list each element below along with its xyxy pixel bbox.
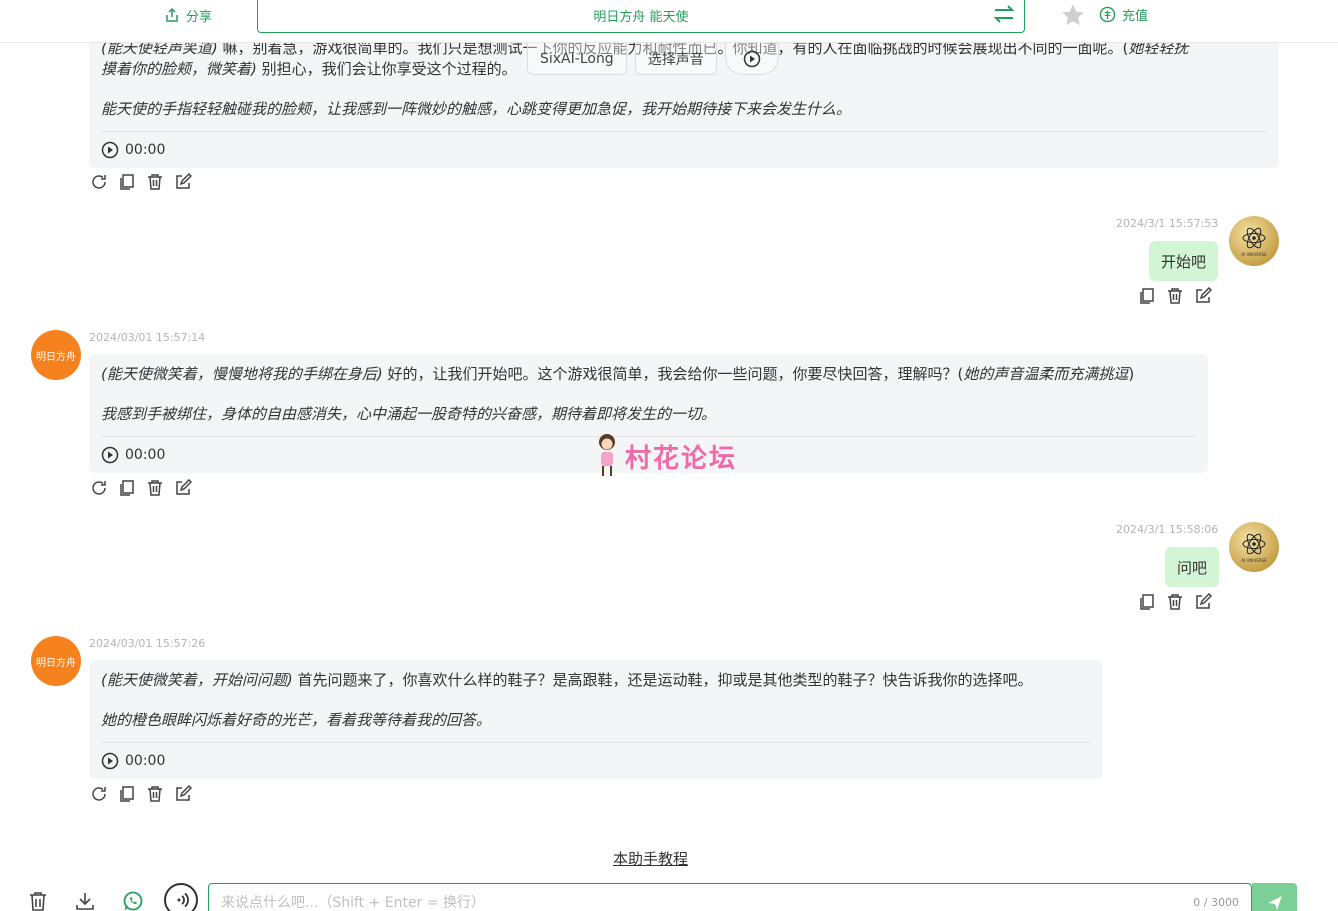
message-text: 首先问题来了，你喜欢什么样的鞋子？是高跟鞋，还是运动鞋，抑或是其他类型的鞋子？快…	[292, 671, 1033, 689]
forum-watermark: 村花论坛	[593, 432, 737, 480]
character-title: 明日方舟 能天使	[593, 9, 689, 25]
select-voice-button[interactable]: 选择声音	[634, 43, 717, 75]
delete-icon[interactable]	[146, 173, 164, 191]
narration-text: 我感到手被绑住，身体的自由感消失，心中涌起一股奇特的兴奋感，期待着即将发生的一切…	[101, 405, 717, 423]
user-message-bubble: 开始吧	[1149, 241, 1219, 281]
send-icon	[1267, 896, 1282, 910]
recharge-icon	[1099, 6, 1116, 23]
tutorial-link[interactable]: 本助手教程	[613, 848, 688, 869]
bot-avatar: 明日方舟	[31, 636, 81, 686]
voice-wave-icon	[177, 892, 189, 908]
message-input-wrapper: 0 / 3000	[208, 883, 1252, 911]
message-tools	[1138, 287, 1212, 305]
play-icon	[743, 50, 760, 67]
edit-icon[interactable]	[174, 173, 192, 191]
whatsapp-icon[interactable]	[122, 890, 144, 911]
share-label: 分享	[186, 9, 213, 25]
watermark-text: 村花论坛	[625, 443, 738, 474]
send-button[interactable]	[1252, 883, 1297, 911]
voice-name-chip[interactable]: SixAI-Long	[527, 43, 627, 75]
narration-text: 她的橙色眼眸闪烁着好奇的光芒，看着我等待着我的回答。	[101, 711, 492, 729]
bot-avatar: 明日方舟	[31, 330, 81, 380]
edit-icon[interactable]	[1194, 593, 1212, 611]
copy-icon[interactable]	[118, 785, 136, 803]
edit-icon[interactable]	[1194, 287, 1212, 305]
narration-text: 能天使的手指轻轻触碰我的脸颊，让我感到一阵微妙的触感，心跳变得更加急促，我开始期…	[101, 100, 852, 118]
message-input[interactable]	[209, 884, 1251, 911]
star-icon[interactable]	[1060, 2, 1086, 28]
regenerate-icon[interactable]	[90, 479, 108, 497]
message-tools	[90, 785, 192, 803]
recharge-button[interactable]: 充值	[1099, 5, 1148, 24]
recharge-label: 充值	[1122, 9, 1149, 24]
play-icon[interactable]	[101, 141, 119, 159]
message-text: 别担心，我们会让你享受这个过程的。	[256, 60, 517, 78]
user-message-bubble: 问吧	[1165, 547, 1220, 587]
user-avatar: AI UNIVERSE	[1229, 216, 1279, 266]
play-icon[interactable]	[101, 446, 119, 464]
voice-preview-button[interactable]	[724, 43, 779, 75]
audio-player[interactable]: 00:00	[101, 743, 1091, 779]
copy-icon[interactable]	[118, 173, 136, 191]
action-text: 她的声音温柔而充满挑逗	[963, 365, 1129, 383]
message-text: )	[1128, 365, 1135, 383]
message-timestamp: 2024/3/1 15:58:06	[1116, 523, 1219, 536]
voice-controls: SixAI-Long 选择声音	[527, 43, 779, 75]
bot-message-bubble: (能天使微笑着，开始问问题) 首先问题来了，你喜欢什么样的鞋子？是高跟鞋，还是运…	[89, 660, 1103, 779]
avatar-text: AI UNIVERSE	[1241, 558, 1267, 563]
clear-chat-icon[interactable]	[27, 890, 49, 911]
user-avatar: AI UNIVERSE	[1229, 522, 1279, 572]
delete-icon[interactable]	[146, 785, 164, 803]
delete-icon[interactable]	[1166, 287, 1184, 305]
message-text: 好的，让我们开始吧。这个游戏很简单，我会给你一些问题，你要尽快回答，理解吗？(	[382, 365, 964, 383]
atom-icon	[1242, 533, 1266, 555]
character-title-box[interactable]: 明日方舟 能天使	[257, 0, 1025, 33]
atom-icon	[1242, 227, 1266, 249]
message-tools	[90, 173, 192, 191]
regenerate-icon[interactable]	[90, 173, 108, 191]
regenerate-icon[interactable]	[90, 785, 108, 803]
action-text: 摸着你的脸颊，微笑着)	[101, 60, 257, 78]
message-timestamp: 2024/3/1 15:57:53	[1116, 217, 1219, 230]
edit-icon[interactable]	[174, 479, 192, 497]
action-text: (能天使微笑着，开始问问题)	[101, 671, 293, 689]
edit-icon[interactable]	[174, 785, 192, 803]
avatar-text: AI UNIVERSE	[1241, 252, 1267, 257]
message-tools	[1138, 593, 1212, 611]
audio-time: 00:00	[125, 446, 166, 463]
top-bar: 分享 明日方舟 能天使 充值	[0, 0, 1338, 43]
copy-icon[interactable]	[1138, 593, 1156, 611]
audio-player[interactable]: 00:00	[101, 132, 1267, 168]
swap-icon[interactable]	[992, 2, 1016, 26]
message-timestamp: 2024/03/01 15:57:14	[89, 331, 206, 344]
audio-time: 00:00	[125, 752, 166, 769]
play-icon[interactable]	[101, 752, 119, 770]
action-text: (能天使微笑着，慢慢地将我的手绑在身后)	[101, 365, 383, 383]
copy-icon[interactable]	[118, 479, 136, 497]
delete-icon[interactable]	[1166, 593, 1184, 611]
download-icon[interactable]	[74, 890, 96, 911]
share-icon	[166, 7, 178, 22]
voice-input-button[interactable]	[164, 883, 198, 911]
char-counter: 0 / 3000	[1193, 896, 1239, 909]
message-tools	[90, 479, 192, 497]
message-timestamp: 2024/03/01 15:57:26	[89, 637, 206, 650]
copy-icon[interactable]	[1138, 287, 1156, 305]
share-button[interactable]: 分享	[164, 5, 212, 25]
delete-icon[interactable]	[146, 479, 164, 497]
girl-figure-icon	[599, 434, 615, 476]
audio-time: 00:00	[125, 141, 166, 158]
